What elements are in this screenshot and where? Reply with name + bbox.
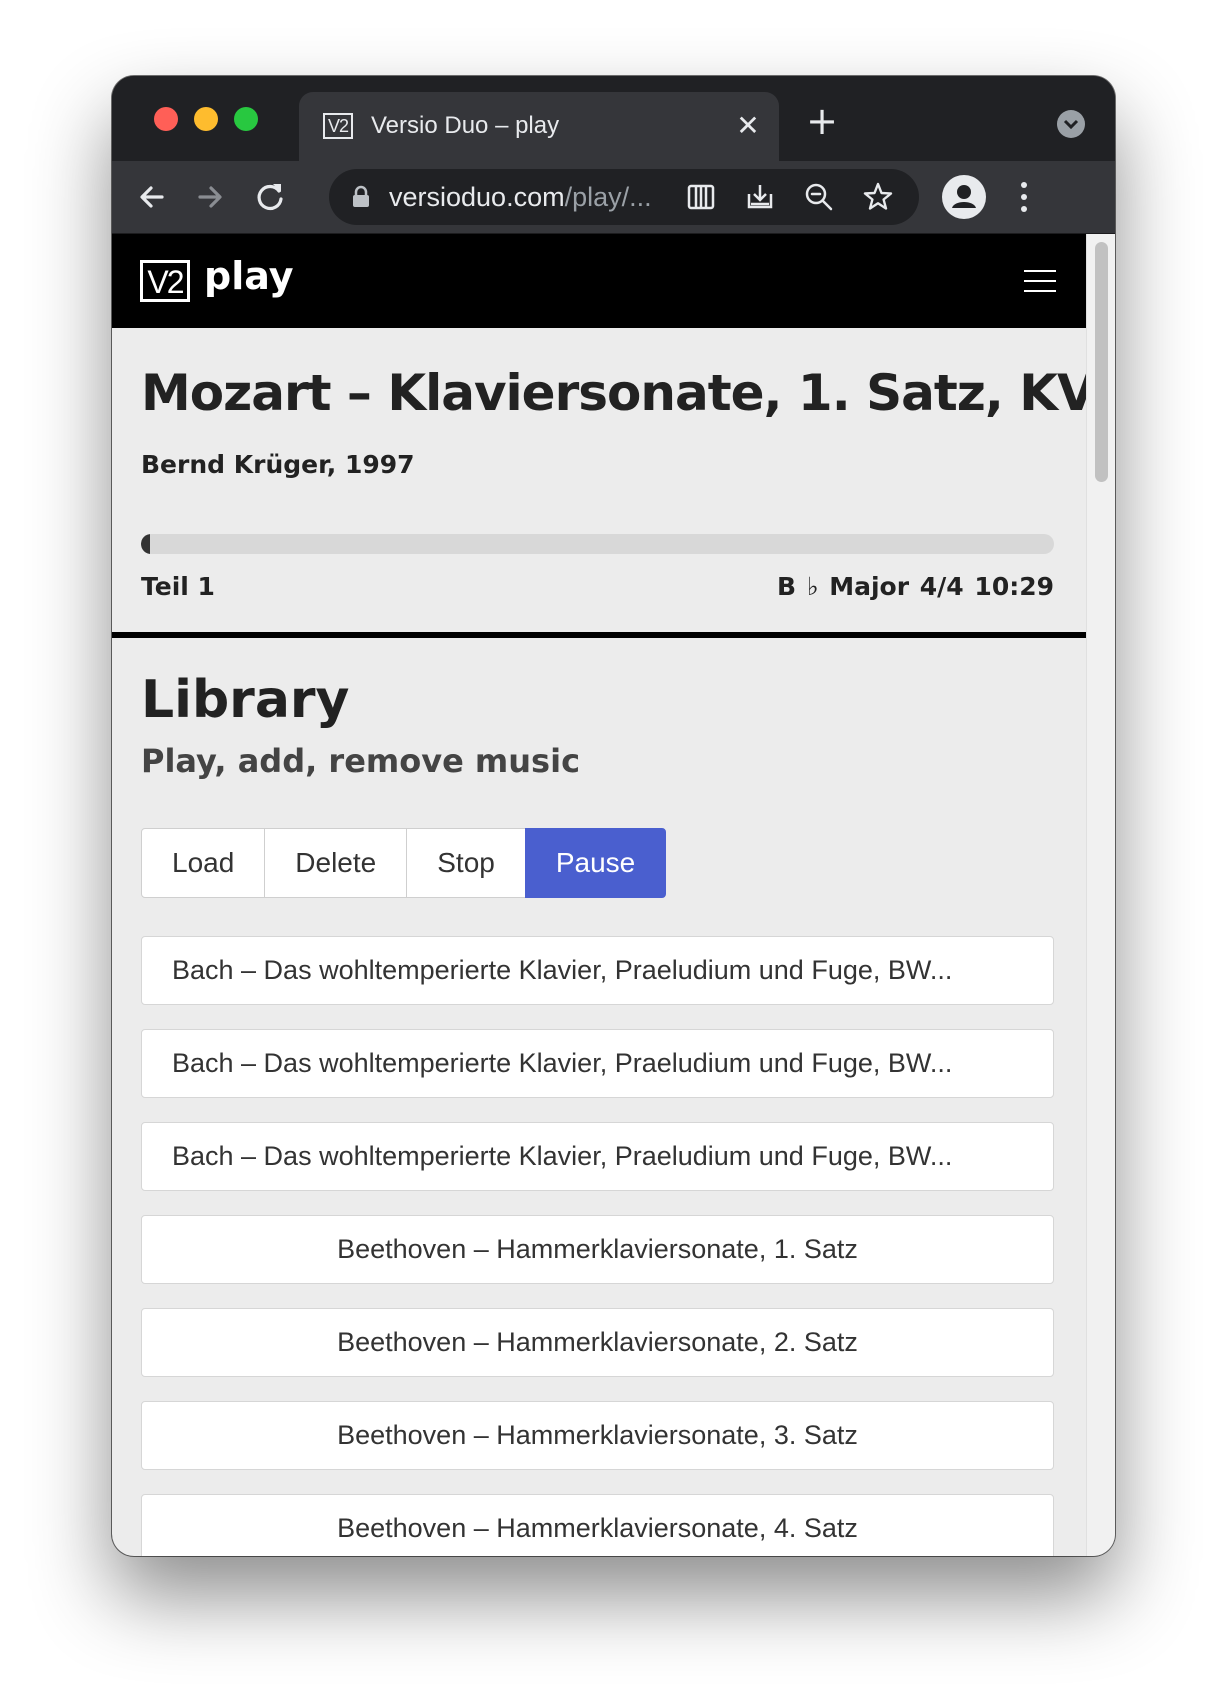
library-section: Library Play, add, remove music Load Del… [112,638,1087,1556]
browser-toolbar: versioduo.com/play/... [112,161,1115,234]
install-app-icon[interactable] [743,180,777,214]
library-button-group: Load Delete Stop Pause [141,828,667,898]
url-text[interactable]: versioduo.com/play/... [389,182,652,213]
song-meta: B ♭ Major 4/4 10:29 [777,572,1054,601]
address-bar[interactable]: versioduo.com/play/... [329,169,919,225]
new-tab-button[interactable]: + [804,102,840,140]
tab-close-icon[interactable]: ✕ [731,109,765,143]
page-scrollbar[interactable] [1086,234,1115,1556]
library-list: Bach – Das wohltemperierte Klavier, Prae… [141,936,1054,1556]
library-title: Library [141,670,350,730]
scrollbar-thumb[interactable] [1095,242,1108,482]
tab-favicon-icon: V2 [323,113,353,139]
bookmark-star-icon[interactable] [861,180,895,214]
delete-button[interactable]: Delete [264,828,408,898]
pause-button[interactable]: Pause [524,828,667,898]
library-subtitle: Play, add, remove music [141,742,581,780]
profile-avatar-icon[interactable] [942,175,986,219]
forward-icon[interactable] [192,179,228,215]
browser-tab[interactable]: V2 Versio Duo – play ✕ [299,92,779,161]
brand-logo[interactable]: V2 [140,260,190,302]
song-progress-fill [141,534,151,554]
library-item[interactable]: Bach – Das wohltemperierte Klavier, Prae… [141,1029,1054,1098]
tab-title: Versio Duo – play [371,112,560,139]
load-button[interactable]: Load [141,828,266,898]
browser-window: V2 Versio Duo – play ✕ + versioduo.com/p… [112,76,1115,1556]
browser-menu-icon[interactable] [1014,178,1034,216]
page-viewport: V2 play Mozart – Klaviersonate, 1. Satz,… [112,234,1115,1556]
tab-search-icon[interactable] [1057,110,1085,138]
library-item[interactable]: Beethoven – Hammerklaviersonate, 1. Satz [141,1215,1054,1284]
back-icon[interactable] [134,179,170,215]
song-key: B ♭ Major [776,572,910,601]
close-window-button[interactable] [154,107,178,131]
song-artist: Bernd Krüger, 1997 [141,450,415,479]
lock-icon[interactable] [351,185,371,209]
now-playing-panel: Mozart – Klaviersonate, 1. Satz, KV 333 … [112,328,1115,638]
library-item[interactable]: Beethoven – Hammerklaviersonate, 3. Satz [141,1401,1054,1470]
piano-icon[interactable] [684,180,718,214]
song-progress-bar[interactable] [141,534,1054,554]
zoom-window-button[interactable] [234,107,258,131]
library-item[interactable]: Bach – Das wohltemperierte Klavier, Prae… [141,1122,1054,1191]
song-time-signature: 4/4 [919,572,964,601]
song-duration: 10:29 [974,572,1054,601]
brand-name[interactable]: play [204,254,293,298]
zoom-out-icon[interactable] [802,180,836,214]
tab-strip: V2 Versio Duo – play ✕ + [112,76,1115,161]
library-item[interactable]: Beethoven – Hammerklaviersonate, 2. Satz [141,1308,1054,1377]
reload-icon[interactable] [252,179,288,215]
song-part: Teil 1 [141,572,215,601]
menu-hamburger-icon[interactable] [1024,270,1056,292]
song-title: Mozart – Klaviersonate, 1. Satz, KV 333 [141,364,1115,422]
minimize-window-button[interactable] [194,107,218,131]
library-item[interactable]: Beethoven – Hammerklaviersonate, 4. Satz [141,1494,1054,1556]
app-navbar: V2 play [112,234,1087,328]
stop-button[interactable]: Stop [406,828,526,898]
library-item[interactable]: Bach – Das wohltemperierte Klavier, Prae… [141,936,1054,1005]
